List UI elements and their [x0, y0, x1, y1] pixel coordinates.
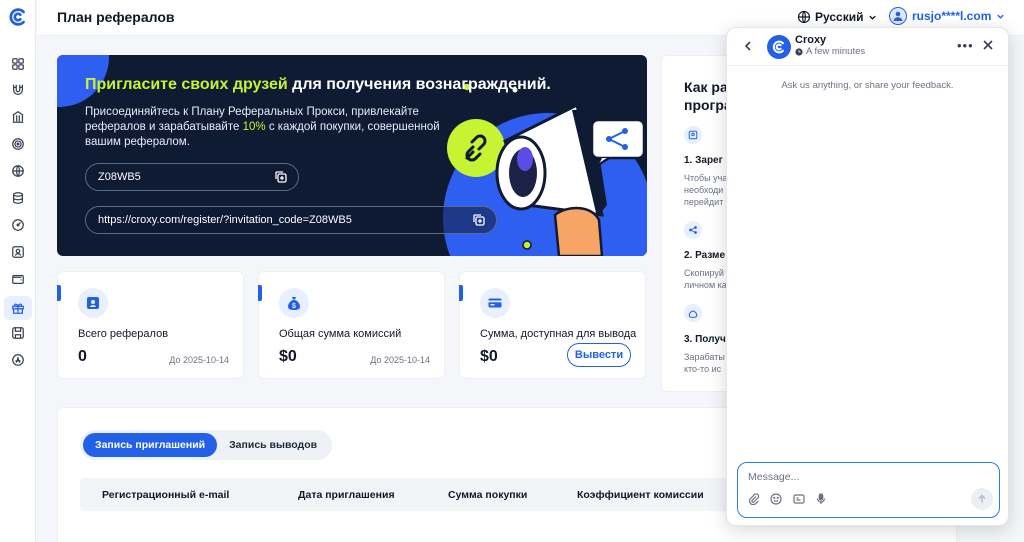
records-tabs: Запись приглашений Запись выводов — [80, 430, 333, 460]
withdraw-button[interactable]: Вывести — [567, 343, 631, 367]
page-title: План рефералов — [57, 9, 175, 25]
sidebar-globe-icon[interactable] — [8, 161, 28, 181]
step-heading: 3. Получ — [684, 334, 726, 345]
step-icon — [684, 126, 702, 144]
globe-icon — [797, 10, 811, 24]
commission-percent: 10% — [242, 121, 266, 133]
emoji-icon[interactable] — [770, 493, 782, 505]
chat-status-text: A few minutes — [806, 46, 866, 57]
sidebar-gift-icon[interactable] — [4, 296, 32, 320]
banner-title: Пригласите своих друзей для получения во… — [85, 76, 551, 94]
sidebar — [0, 0, 36, 542]
user-email: rusjo****l.com — [912, 9, 992, 23]
send-button[interactable] — [971, 488, 993, 510]
user-icon — [893, 11, 903, 21]
money-bag-icon — [688, 310, 698, 318]
column-header: Дата приглашения — [298, 489, 395, 501]
message-input[interactable] — [748, 471, 978, 483]
chat-hint: Ask us anything, or share your feedback. — [781, 80, 954, 91]
copy-icon[interactable] — [472, 213, 486, 227]
language-label: Русский — [815, 10, 864, 24]
tab-withdrawal-records[interactable]: Запись выводов — [217, 433, 329, 457]
sidebar-app-store-icon[interactable] — [8, 350, 28, 370]
chevron-down-icon — [868, 15, 876, 20]
invite-link-field[interactable]: https://croxy.com/register/?invitation_c… — [85, 206, 497, 234]
total-referrals-card: Всего рефералов 0 До 2025-10-14 — [57, 271, 244, 379]
sidebar-dashboard-icon[interactable] — [8, 54, 28, 74]
close-icon[interactable] — [981, 38, 995, 52]
sidebar-target-icon[interactable] — [8, 134, 28, 154]
card-value: $0 — [279, 348, 297, 365]
step-icon — [684, 304, 702, 322]
credit-card-icon — [488, 298, 502, 308]
chat-response-time: A few minutes — [795, 46, 865, 57]
sidebar-wallet-icon[interactable] — [8, 269, 28, 289]
sidebar-save-icon[interactable] — [8, 323, 28, 343]
sidebar-speedometer-icon[interactable] — [8, 215, 28, 235]
step-heading: 2. Разме — [684, 250, 726, 261]
sidebar-magnet-icon[interactable] — [8, 80, 28, 100]
arrow-up-icon — [978, 494, 986, 503]
card-accent — [459, 285, 463, 301]
svg-text:$: $ — [292, 303, 296, 310]
step-icon — [684, 221, 702, 239]
language-selector[interactable]: Русский — [797, 10, 877, 24]
withdrawable-amount-card: Сумма, доступная для вывода $0 Вывести — [459, 271, 646, 379]
chat-avatar — [767, 35, 791, 59]
banner-description: Присоединяйтесь к Плану Реферальных Прок… — [85, 105, 445, 150]
gif-icon[interactable] — [793, 493, 805, 505]
sidebar-bank-icon[interactable] — [8, 107, 28, 127]
card-date: До 2025-10-14 — [370, 355, 430, 365]
avatar — [889, 7, 907, 25]
card-label: Общая сумма комиссий — [279, 328, 402, 340]
invite-code-value: Z08WB5 — [98, 171, 141, 183]
card-icon-wrap: $ — [279, 288, 309, 318]
column-header: Коэффициент комиссии — [577, 489, 704, 501]
card-label: Сумма, доступная для вывода — [480, 328, 637, 340]
invite-code-field[interactable]: Z08WB5 — [85, 163, 299, 191]
card-accent — [57, 285, 61, 301]
card-value: 0 — [78, 348, 87, 365]
banner-title-rest: для получения вознаграждений. — [287, 76, 551, 93]
column-header: Регистрационный e-mail — [102, 489, 230, 501]
card-date: До 2025-10-14 — [169, 355, 229, 365]
referral-banner: Пригласите своих друзей для получения во… — [57, 55, 647, 256]
tab-invitation-records[interactable]: Запись приглашений — [83, 433, 218, 457]
clock-icon — [795, 47, 803, 56]
step-heading: 1. Зарег — [684, 155, 723, 166]
chat-widget: Croxy A few minutes ••• Ask us anything,… — [726, 27, 1009, 526]
sidebar-user-card-icon[interactable] — [8, 242, 28, 262]
card-icon-wrap — [78, 288, 108, 318]
chat-header: Croxy A few minutes ••• — [727, 28, 1008, 66]
card-label: Всего рефералов — [78, 328, 169, 340]
card-value: $0 — [480, 348, 498, 365]
column-header: Сумма покупки — [448, 489, 528, 501]
user-menu[interactable]: rusjo****l.com — [889, 7, 1005, 25]
more-options-icon[interactable]: ••• — [957, 38, 974, 53]
copy-icon[interactable] — [274, 170, 288, 184]
sidebar-database-icon[interactable] — [8, 188, 28, 208]
chevron-down-icon — [997, 14, 1005, 19]
croxy-logo-icon — [772, 40, 784, 54]
user-card-icon — [688, 130, 698, 140]
banner-title-highlight: Пригласите своих друзей — [85, 76, 288, 93]
share-icon — [689, 226, 697, 234]
message-composer — [737, 462, 1000, 518]
card-accent — [258, 285, 262, 301]
microphone-icon[interactable] — [815, 493, 827, 505]
total-commission-card: $ Общая сумма комиссий $0 До 2025-10-14 — [258, 271, 445, 379]
chat-agent-name: Croxy — [795, 34, 827, 46]
croxy-logo-icon[interactable] — [7, 6, 29, 28]
invite-link-value: https://croxy.com/register/?invitation_c… — [98, 214, 352, 226]
user-card-icon — [87, 297, 99, 309]
attachment-icon[interactable] — [748, 493, 760, 505]
back-icon[interactable] — [741, 39, 755, 53]
card-icon-wrap — [480, 288, 510, 318]
money-bag-icon: $ — [288, 297, 300, 310]
